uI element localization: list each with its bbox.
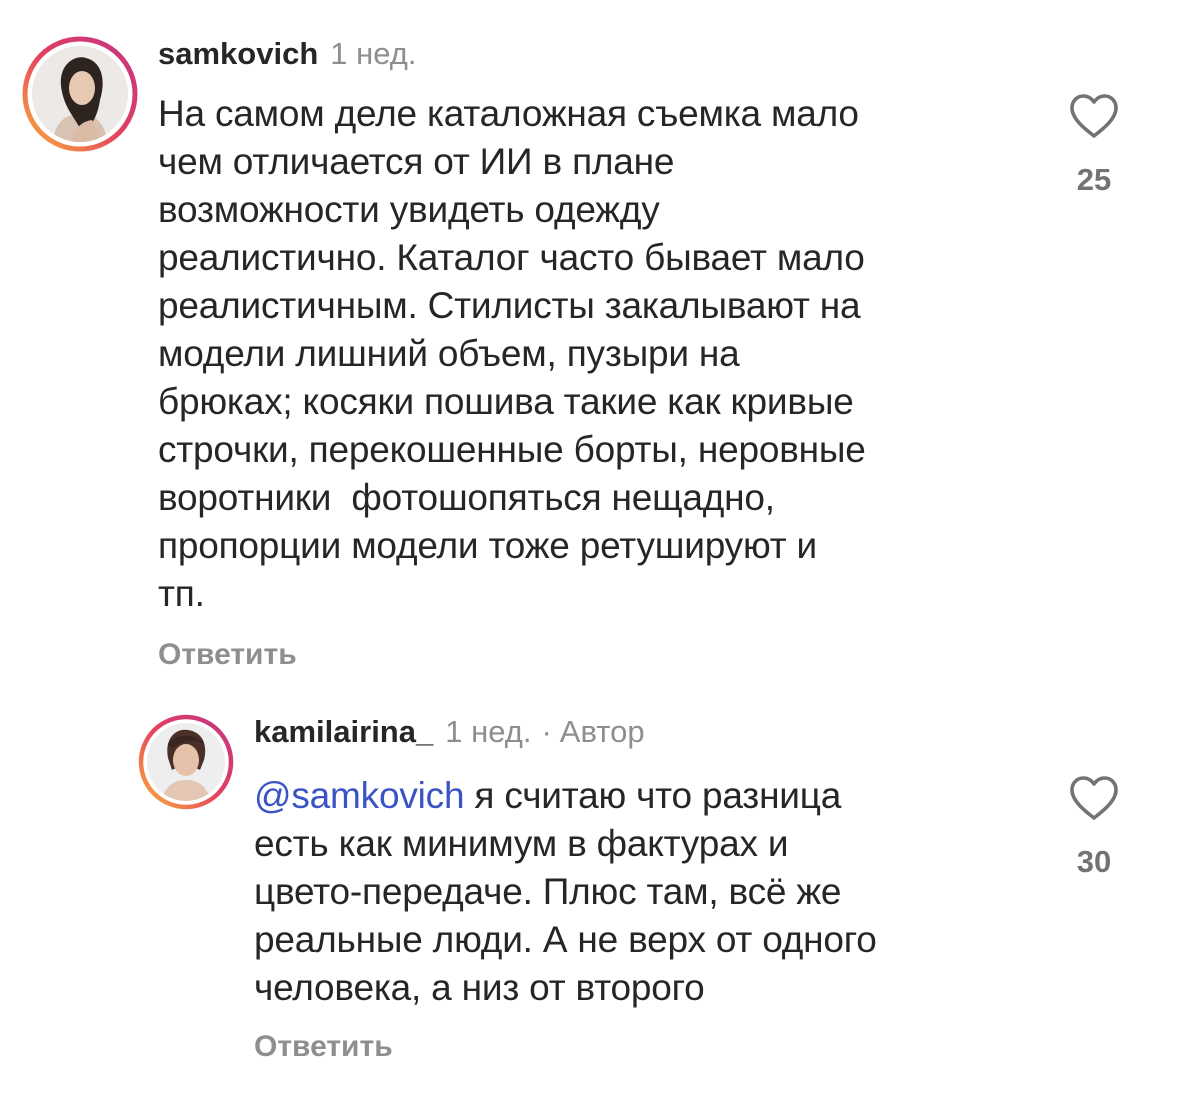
- comment-line: @samkovich я считаю что разница: [254, 772, 1034, 820]
- avatar[interactable]: [22, 36, 138, 152]
- username[interactable]: kamilairina_: [254, 714, 433, 750]
- story-ring-avatar-icon: [22, 36, 138, 152]
- reply-comment: kamilairina_ 1 нед. · Автор @samkovich я…: [0, 700, 1178, 1104]
- comment-line: брюках; косяки пошива такие как кривые: [158, 381, 854, 422]
- comment-line: есть как минимум в фактурах и: [254, 823, 789, 864]
- comment-line: На самом деле каталожная съемка мало: [158, 93, 859, 134]
- comment-line: строчки, перекошенные борты, неровные: [158, 429, 866, 470]
- avatar[interactable]: [138, 714, 234, 810]
- comment-line: реальные люди. А не верх от одного: [254, 919, 877, 960]
- reply-button[interactable]: Ответить: [254, 1030, 393, 1064]
- username[interactable]: samkovich: [158, 36, 318, 72]
- timestamp: 1 нед.: [330, 36, 417, 71]
- comment-line-text: я считаю что разница: [464, 775, 842, 816]
- comment-line: воротники фотошопяться нещадно,: [158, 477, 775, 518]
- comment-text: @samkovich я считаю что разница есть как…: [254, 772, 1034, 1012]
- reply-button[interactable]: Ответить: [158, 638, 297, 672]
- comment-line: пропорции модели тоже ретушируют и: [158, 525, 818, 566]
- like-count: 30: [1076, 844, 1112, 879]
- comment-line: человека, а низ от второго: [254, 967, 705, 1008]
- comment: samkovich 1 нед. На самом деле каталожна…: [0, 0, 1178, 700]
- comment-line: реалистичным. Стилисты закалывают на: [158, 285, 861, 326]
- comment-line: модели лишний объем, пузыри на: [158, 333, 740, 374]
- timestamp: 1 нед.: [445, 714, 532, 749]
- comment-line: возможности увидеть одежду: [158, 189, 660, 230]
- author-badge: Автор: [559, 714, 645, 749]
- story-ring-avatar-icon: [138, 714, 234, 810]
- like-area: 30: [1064, 774, 1124, 880]
- comment-line: цвето-передаче. Плюс там, всё же: [254, 871, 842, 912]
- comment-line: чем отличается от ИИ в плане: [158, 141, 675, 182]
- heart-outline-icon[interactable]: [1068, 774, 1120, 822]
- separator-dot: ·: [541, 714, 552, 749]
- comment-text: На самом деле каталожная съемка мало чем…: [158, 90, 1038, 618]
- comment-line: реалистично. Каталог часто бывает мало: [158, 237, 865, 278]
- comment-line: тп.: [158, 573, 205, 614]
- comment-header: kamilairina_ 1 нед. · Автор: [254, 714, 645, 758]
- like-area: 25: [1064, 92, 1124, 198]
- heart-outline-icon[interactable]: [1068, 92, 1120, 140]
- comment-header: samkovich 1 нед.: [158, 36, 417, 80]
- mention-link[interactable]: @samkovich: [254, 775, 465, 816]
- like-count: 25: [1076, 162, 1112, 197]
